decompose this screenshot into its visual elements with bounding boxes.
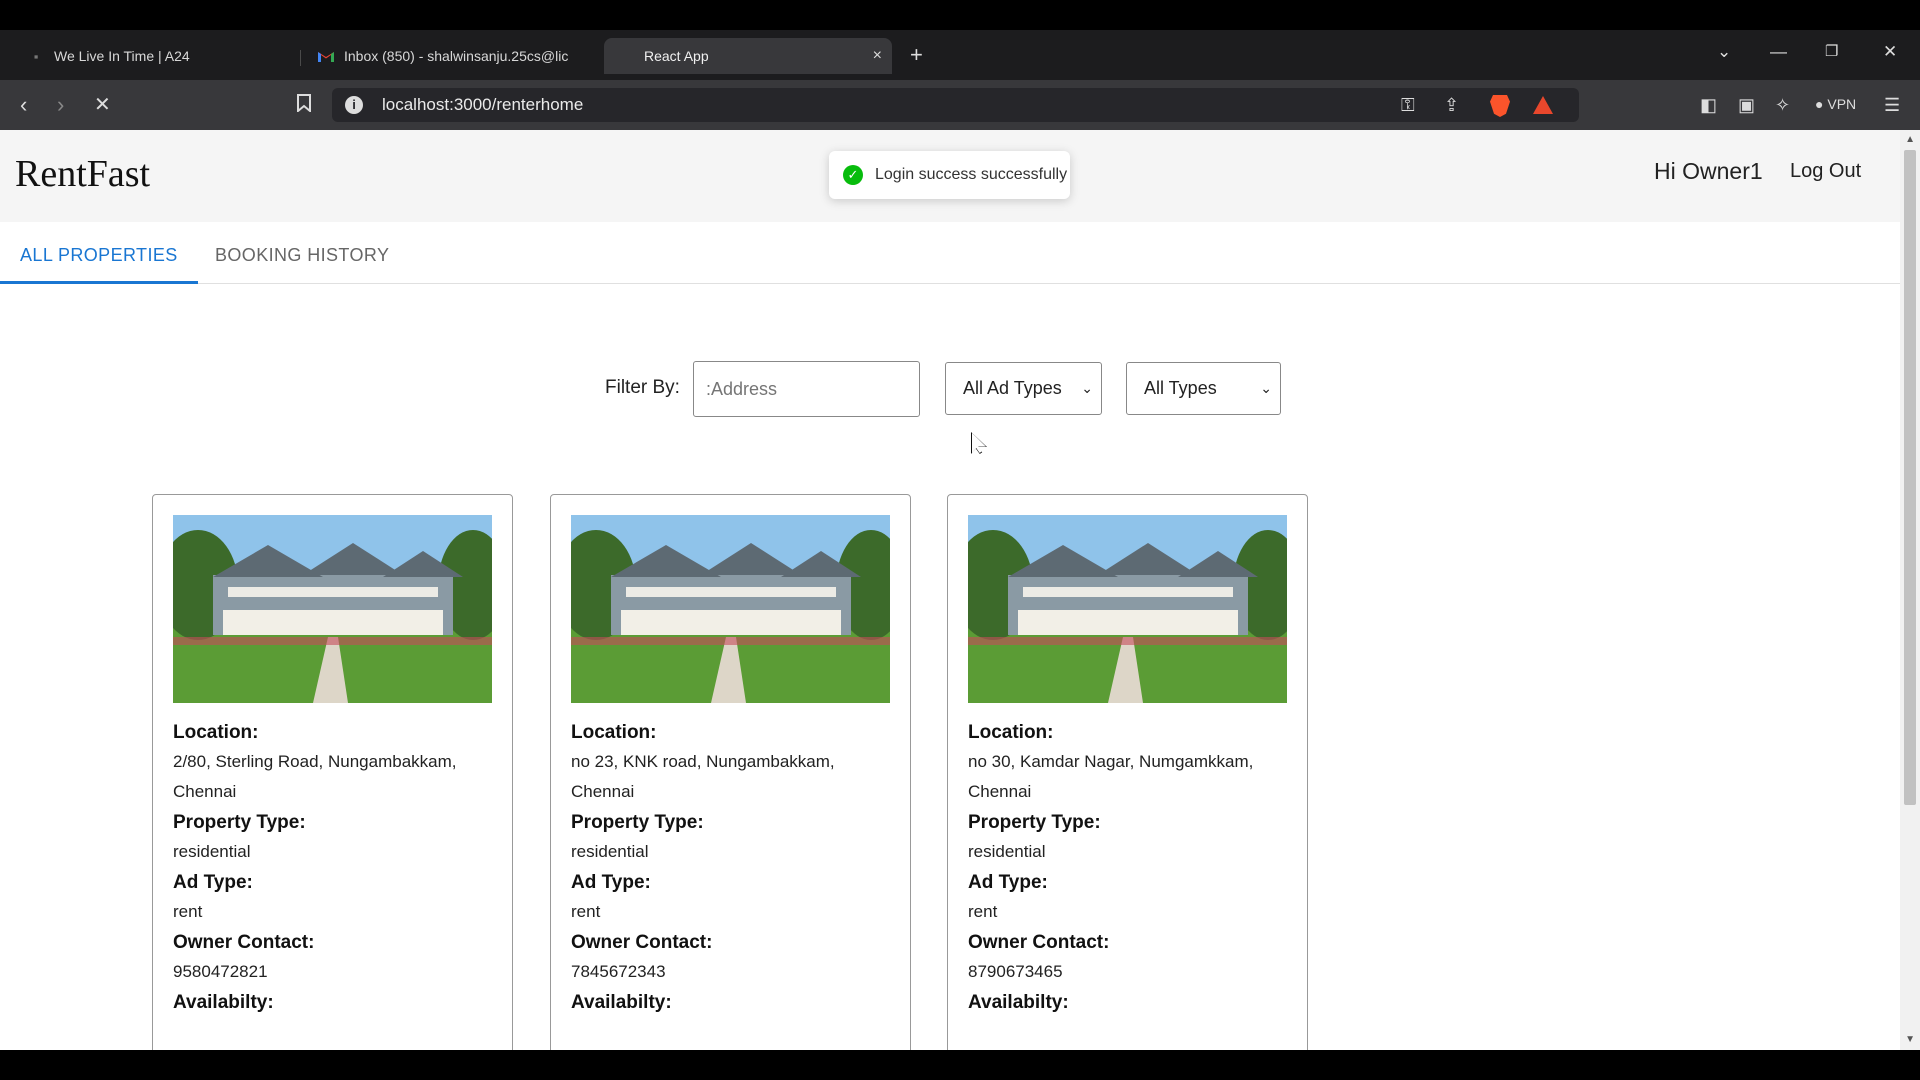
property-type-label: Property Type: bbox=[571, 812, 704, 833]
owner-contact-value: 8790673465 bbox=[968, 962, 1063, 981]
brand-logo[interactable]: RentFast bbox=[15, 152, 150, 196]
property-type-label: Property Type: bbox=[968, 812, 1101, 833]
toast-message: Login success successfully bbox=[875, 166, 1068, 183]
gmail-icon bbox=[318, 48, 334, 64]
tab-booking-history[interactable]: BOOKING HISTORY bbox=[195, 222, 409, 284]
forward-icon[interactable]: › bbox=[57, 92, 64, 118]
property-info: Location: 2/80, Sterling Road, Nungambak… bbox=[173, 717, 493, 1014]
availability-label: Availabilty: bbox=[968, 992, 1069, 1013]
login-toast[interactable]: ✓ Login success successfully bbox=[829, 151, 1070, 199]
scroll-up-icon[interactable]: ▲ bbox=[1905, 134, 1915, 145]
page-scrollbar[interactable]: ▲ ▼ bbox=[1900, 130, 1920, 1050]
property-photo bbox=[173, 515, 492, 703]
availability-label: Availabilty: bbox=[173, 992, 274, 1013]
close-window-icon[interactable]: ✕ bbox=[1883, 42, 1897, 62]
tab-title: We Live In Time | A24 bbox=[54, 48, 190, 64]
location-label: Location: bbox=[968, 722, 1054, 743]
bookmark-icon[interactable] bbox=[297, 94, 311, 117]
location-value: no 30, Kamdar Nagar, Numgamkkam, Chennai bbox=[968, 752, 1254, 801]
location-value: 2/80, Sterling Road, Nungambakkam, Chenn… bbox=[173, 752, 457, 801]
greeting: Hi Owner1 bbox=[1654, 158, 1763, 184]
chevron-down-icon: ⌄ bbox=[1260, 380, 1272, 396]
browser-tab-gmail[interactable]: Inbox (850) - shalwinsanju.25cs@lic bbox=[304, 38, 594, 74]
property-tabs: ALL PROPERTIES BOOKING HISTORY bbox=[0, 222, 1900, 284]
ad-type-value: rent bbox=[173, 902, 203, 921]
share-icon[interactable]: ⇪ bbox=[1444, 94, 1459, 116]
tab-title: Inbox (850) - shalwinsanju.25cs@lic bbox=[344, 48, 569, 64]
new-tab-button[interactable]: + bbox=[910, 42, 923, 68]
location-value: no 23, KNK road, Nungambakkam, Chennai bbox=[571, 752, 835, 801]
back-icon[interactable]: ‹ bbox=[20, 92, 27, 118]
screen-frame-bottom bbox=[0, 1050, 1920, 1080]
filter-label: Filter By: bbox=[605, 377, 680, 398]
stop-loading-icon[interactable]: ✕ bbox=[94, 92, 111, 118]
vpn-button[interactable]: ● VPN bbox=[1815, 96, 1856, 112]
browser-tab-a24[interactable]: ▪ We Live In Time | A24 bbox=[14, 38, 300, 74]
address-filter-input[interactable] bbox=[693, 361, 920, 417]
wallet-icon[interactable]: ▣ bbox=[1738, 94, 1755, 116]
ad-type-select[interactable]: All Ad Types ⌄ bbox=[945, 362, 1102, 415]
location-label: Location: bbox=[571, 722, 657, 743]
ad-type-label: Ad Type: bbox=[571, 872, 651, 893]
property-type-value: All Types bbox=[1144, 378, 1217, 398]
browser-tab-react-app[interactable]: React App × bbox=[604, 38, 892, 74]
owner-contact-value: 7845672343 bbox=[571, 962, 666, 981]
sidebar-icon[interactable]: ◧ bbox=[1700, 94, 1717, 116]
leo-ai-icon[interactable]: ✧ bbox=[1775, 94, 1790, 116]
property-photo bbox=[968, 515, 1287, 703]
check-circle-icon: ✓ bbox=[843, 165, 863, 185]
tab-all-properties[interactable]: ALL PROPERTIES bbox=[0, 222, 198, 284]
property-card[interactable]: Location: no 23, KNK road, Nungambakkam,… bbox=[550, 494, 911, 1050]
site-info-icon[interactable]: i bbox=[345, 96, 363, 114]
scrollbar-thumb[interactable] bbox=[1904, 150, 1916, 805]
property-photo bbox=[571, 515, 890, 703]
logout-button[interactable]: Log Out bbox=[1790, 160, 1861, 183]
chevron-down-icon: ⌄ bbox=[1081, 380, 1093, 396]
property-card[interactable]: Location: no 30, Kamdar Nagar, Numgamkka… bbox=[947, 494, 1308, 1050]
a24-icon: ▪ bbox=[33, 48, 39, 64]
brave-rewards-icon[interactable] bbox=[1533, 96, 1553, 114]
owner-contact-label: Owner Contact: bbox=[571, 932, 713, 953]
location-label: Location: bbox=[173, 722, 259, 743]
owner-contact-label: Owner Contact: bbox=[173, 932, 315, 953]
property-type-value: residential bbox=[173, 842, 251, 861]
minimize-icon[interactable]: — bbox=[1770, 42, 1787, 62]
property-type-value: residential bbox=[571, 842, 649, 861]
ad-type-label: Ad Type: bbox=[173, 872, 253, 893]
tab-title: React App bbox=[644, 48, 709, 64]
property-type-label: Property Type: bbox=[173, 812, 306, 833]
page-viewport: RentFast Hi Owner1 Log Out ✓ Login succe… bbox=[0, 130, 1920, 1050]
ad-type-value: All Ad Types bbox=[963, 378, 1062, 398]
scroll-down-icon[interactable]: ▼ bbox=[1905, 1034, 1915, 1045]
property-type-value: residential bbox=[968, 842, 1046, 861]
restore-icon[interactable]: ❐ bbox=[1825, 42, 1838, 60]
url-text[interactable]: localhost:3000/renterhome bbox=[382, 95, 583, 115]
screen-frame-top bbox=[0, 0, 1920, 30]
owner-contact-label: Owner Contact: bbox=[968, 932, 1110, 953]
tab-separator bbox=[300, 50, 301, 66]
property-info: Location: no 23, KNK road, Nungambakkam,… bbox=[571, 717, 891, 1014]
mouse-cursor-fill bbox=[972, 433, 986, 453]
close-tab-icon[interactable]: × bbox=[873, 47, 882, 65]
ad-type-label: Ad Type: bbox=[968, 872, 1048, 893]
menu-icon[interactable]: ☰ bbox=[1884, 94, 1900, 116]
ad-type-value: rent bbox=[571, 902, 601, 921]
browser-tab-strip: ▪ We Live In Time | A24 Inbox (850) - sh… bbox=[0, 30, 1920, 80]
ad-type-value: rent bbox=[968, 902, 998, 921]
password-key-icon[interactable]: ⚿ bbox=[1401, 94, 1415, 116]
property-card[interactable]: Location: 2/80, Sterling Road, Nungambak… bbox=[152, 494, 513, 1050]
availability-label: Availabilty: bbox=[571, 992, 672, 1013]
vpn-label: VPN bbox=[1827, 96, 1857, 112]
tab-search-chevron-icon[interactable]: ⌄ bbox=[1717, 42, 1731, 62]
owner-contact-value: 9580472821 bbox=[173, 962, 268, 981]
property-type-select[interactable]: All Types ⌄ bbox=[1126, 362, 1281, 415]
property-info: Location: no 30, Kamdar Nagar, Numgamkka… bbox=[968, 717, 1288, 1014]
